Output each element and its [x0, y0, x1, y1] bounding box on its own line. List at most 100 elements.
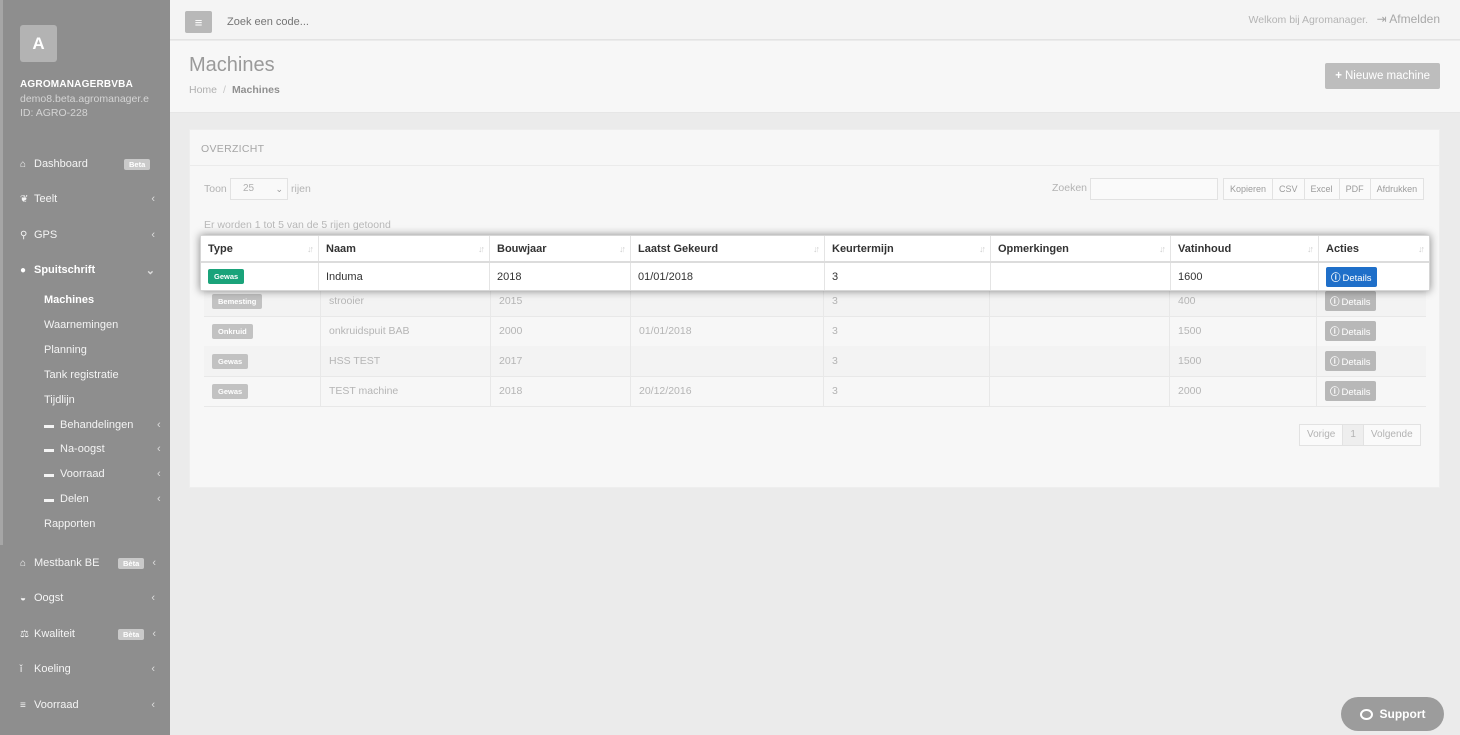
cell-bouwjaar: 2000 — [491, 316, 631, 346]
sidebar-item-dashboard[interactable]: ⌂ Dashboard Beta — [0, 153, 170, 175]
excel-button[interactable]: Excel — [1305, 179, 1340, 199]
col-header-laatst-gekeurd[interactable]: Laatst Gekeurd ↓↑ — [631, 236, 825, 261]
chevron-left-icon: ‹ — [157, 419, 161, 431]
next-page-button[interactable]: Volgende — [1363, 425, 1420, 445]
col-header-keurtermijn[interactable]: Keurtermijn ↓↑ — [825, 236, 991, 261]
sort-icon: ↓↑ — [619, 243, 626, 254]
company-avatar: A — [20, 25, 57, 62]
leaf-icon: ❦ — [20, 193, 29, 205]
cell-vatinhoud: 1500 — [1170, 346, 1317, 376]
sidebar-item-label: Oogst — [34, 592, 64, 604]
folder-icon: ▬ — [44, 444, 54, 455]
beta-badge: Bèta — [118, 629, 145, 640]
pdf-button[interactable]: PDF — [1340, 179, 1371, 199]
sort-icon: ↓↑ — [1418, 243, 1425, 254]
chevron-down-icon: ⌄ — [275, 184, 283, 194]
col-header-opmerkingen[interactable]: Opmerkingen ↓↑ — [991, 236, 1171, 261]
col-header-vatinhoud[interactable]: Vatinhoud ↓↑ — [1171, 236, 1319, 261]
sign-out-icon: ⇥ — [1376, 12, 1390, 26]
cell-keurtermijn: 3 — [824, 316, 990, 346]
col-header-naam[interactable]: Naam ↓↑ — [319, 236, 490, 261]
csv-button[interactable]: CSV — [1273, 179, 1305, 199]
details-label: Details — [1341, 387, 1371, 398]
col-header-acties[interactable]: Acties ↓↑ — [1319, 236, 1429, 261]
cell-naam: onkruidspuit BAB — [321, 316, 491, 346]
logout-link[interactable]: ⇥ Afmelden — [1377, 12, 1440, 26]
sidebar-sub-tijdlijn[interactable]: Tijdlijn — [44, 394, 75, 406]
new-machine-button[interactable]: + Nieuwe machine — [1325, 63, 1440, 89]
cell-vatinhoud: 1600 — [1171, 263, 1319, 290]
copy-button[interactable]: Kopieren — [1224, 179, 1274, 199]
home-icon: ⌂ — [20, 158, 27, 170]
page-length-select[interactable]: 25 ⌄ — [230, 178, 288, 200]
sub-item-label: Delen — [60, 493, 89, 505]
sidebar-item-mestbank[interactable]: ⌂ Mestbank BE Bèta ‹ — [0, 552, 170, 574]
list-icon: ≡ — [20, 699, 26, 711]
details-button[interactable]: ⓘ Details — [1325, 321, 1376, 341]
details-label: Details — [1341, 357, 1371, 368]
code-search-input[interactable] — [227, 16, 467, 28]
details-label: Details — [1341, 297, 1371, 308]
chevron-left-icon: ‹ — [157, 443, 161, 455]
bank-icon: ⌂ — [20, 557, 27, 569]
prev-page-button[interactable]: Vorige — [1300, 425, 1344, 445]
folder-icon: ▬ — [44, 494, 54, 505]
type-badge: Bemesting — [212, 293, 263, 309]
sidebar-sub-tank-registratie[interactable]: Tank registratie — [44, 369, 119, 381]
sort-icon: ↓↑ — [979, 243, 986, 254]
sidebar-item-label: Teelt — [34, 193, 58, 205]
sub-item-label: Behandelingen — [60, 419, 134, 431]
table-header-row: Type ↓↑ Naam ↓↑ Bouwjaar ↓↑ Laatst Gekeurd ↓… — [201, 236, 1429, 263]
sidebar-sub-behandelingen[interactable]: ▬ Behandelingen — [44, 419, 133, 431]
sidebar-item-koeling[interactable]: ǐ Koeling ‹ — [0, 658, 170, 680]
cell-opmerkingen — [990, 316, 1170, 346]
info-icon: ⓘ — [1330, 297, 1340, 308]
details-button[interactable]: ⓘ Details — [1326, 266, 1377, 287]
sidebar-sub-planning[interactable]: Planning — [44, 344, 87, 356]
thermometer-icon: ǐ — [20, 663, 23, 675]
col-label: Keurtermijn — [832, 242, 894, 255]
support-button[interactable]: Support — [1341, 697, 1444, 731]
info-icon: ⓘ — [1330, 387, 1340, 398]
details-button[interactable]: ⓘ Details — [1325, 381, 1376, 401]
print-button[interactable]: Afdrukken — [1371, 179, 1424, 199]
menu-toggle-button[interactable]: ≡ — [185, 11, 212, 33]
details-label: Details — [1341, 327, 1371, 338]
sidebar-sub-voorraad[interactable]: ▬ Voorraad — [44, 468, 105, 480]
table-row: Gewas HSS TEST 2017 3 1500 ⓘ Details — [204, 346, 1426, 377]
company-name: AGROMANAGERBVBA — [20, 79, 133, 90]
details-label: Details — [1342, 272, 1372, 284]
col-header-bouwjaar[interactable]: Bouwjaar ↓↑ — [490, 236, 631, 261]
details-button[interactable]: ⓘ Details — [1325, 351, 1376, 371]
sidebar-sub-na-oogst[interactable]: ▬ Na-oogst — [44, 443, 105, 455]
col-label: Bouwjaar — [497, 242, 547, 255]
sort-icon: ↓↑ — [1307, 243, 1314, 254]
folder-icon: ▬ — [44, 469, 54, 480]
scale-icon: ⚖ — [20, 628, 29, 640]
sidebar-item-oogst[interactable]: ◒ Oogst ‹ — [0, 587, 170, 609]
sidebar-sub-waarnemingen[interactable]: Waarnemingen — [44, 319, 118, 331]
sidebar-item-voorraad[interactable]: ≡ Voorraad ‹ — [0, 694, 170, 716]
cell-bouwjaar: 2018 — [490, 263, 631, 290]
pagination: Vorige 1 Volgende — [1299, 424, 1421, 446]
breadcrumb-home[interactable]: Home — [189, 84, 217, 96]
page-1-button[interactable]: 1 — [1343, 425, 1364, 445]
sidebar-item-teelt[interactable]: ❦ Teelt ‹ — [0, 188, 170, 210]
col-label: Naam — [326, 242, 356, 255]
support-label: Support — [1379, 707, 1426, 721]
table-search-input[interactable] — [1090, 178, 1218, 200]
sidebar-item-gps[interactable]: ⚲ GPS ‹ — [0, 224, 170, 246]
sidebar-sub-delen[interactable]: ▬ Delen — [44, 493, 89, 505]
col-header-type[interactable]: Type ↓↑ — [201, 236, 319, 261]
sidebar-item-spuitschrift[interactable]: ● Spuitschrift ⌄ — [0, 259, 170, 281]
breadcrumb-current: Machines — [231, 84, 280, 96]
map-marker-icon: ⚲ — [20, 229, 28, 241]
details-button[interactable]: ⓘ Details — [1325, 291, 1376, 311]
sidebar-item-kwaliteit[interactable]: ⚖ Kwaliteit Bèta ‹ — [0, 623, 170, 645]
hamburger-icon: ≡ — [194, 14, 203, 30]
overview-panel: OVERZICHT Toon 25 ⌄ rijen Zoeken Kopieren… — [189, 129, 1440, 488]
sidebar-sub-machines[interactable]: Machines — [44, 294, 94, 306]
table-row: Gewas Induma 2018 01/01/2018 3 1600 ⓘ Det… — [201, 263, 1429, 290]
rows-label: rijen — [291, 183, 311, 195]
sidebar-sub-rapporten[interactable]: Rapporten — [44, 518, 95, 530]
